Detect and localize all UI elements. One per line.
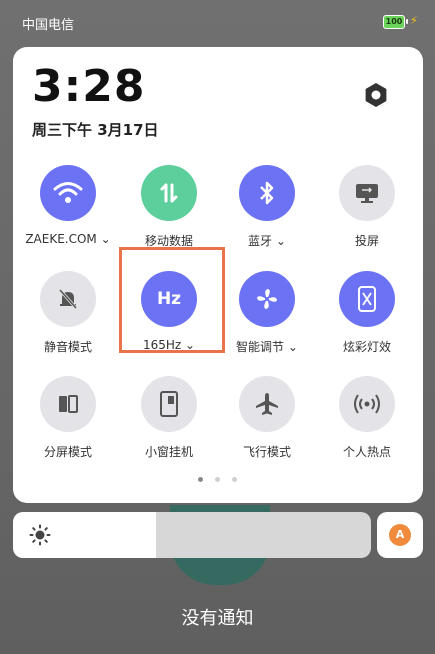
tile-smart-adjust[interactable]: 智能调节 ⌄ [217, 271, 317, 371]
auto-brightness-icon: A [389, 524, 411, 546]
auto-brightness-button[interactable]: A [377, 512, 423, 558]
tile-label: 个人热点 [342, 445, 391, 459]
page-dot [215, 477, 220, 482]
brightness-slider[interactable] [13, 512, 371, 558]
tile-wifi[interactable]: ZAEKE.COM ⌄ [18, 165, 118, 265]
fan-icon [239, 271, 295, 327]
screencast-icon [339, 165, 395, 221]
tile-light-effect[interactable]: 炫彩灯效 [317, 271, 417, 371]
tile-small-window[interactable]: 小窗挂机 [119, 376, 219, 476]
highlight-box [119, 247, 225, 353]
quick-settings-panel: 3:28 周三下午 3月17日 ZAEKE.COM ⌄ 移动数据 蓝牙 ⌄ 投屏… [13, 47, 423, 503]
carrier-name: 中国电信 [22, 18, 75, 33]
tile-label: ZAEKE.COM ⌄ [25, 232, 111, 246]
tile-label: 小窗挂机 [144, 445, 193, 459]
tile-split-screen[interactable]: 分屏模式 [18, 376, 118, 476]
tile-label: 智能调节 ⌄ [236, 340, 298, 354]
status-bar: 中国电信 100 ⚡ [0, 0, 435, 44]
tile-screencast[interactable]: 投屏 [317, 165, 417, 265]
tile-label: 静音模式 [43, 340, 92, 354]
split-screen-icon [40, 376, 96, 432]
page-dot-active [198, 477, 203, 482]
settings-hexagon-icon[interactable] [362, 81, 390, 109]
bluetooth-icon [239, 165, 295, 221]
wifi-icon [40, 165, 96, 221]
battery-cap [406, 19, 408, 24]
tile-hotspot[interactable]: 个人热点 [317, 376, 417, 476]
battery-icon: 100 [383, 15, 405, 29]
tile-label: 蓝牙 ⌄ [248, 234, 286, 248]
clock-time: 3:28 [32, 61, 146, 112]
mute-bell-icon [40, 271, 96, 327]
tile-airplane[interactable]: 飞行模式 [217, 376, 317, 476]
small-window-icon [141, 376, 197, 432]
mobile-data-icon [141, 165, 197, 221]
no-notifications-text: 没有通知 [181, 608, 254, 629]
tile-label: 炫彩灯效 [342, 340, 391, 354]
clock-date: 周三下午 3月17日 [32, 121, 159, 139]
light-effect-icon [339, 271, 395, 327]
hotspot-icon [339, 376, 395, 432]
tile-label: 飞行模式 [242, 445, 291, 459]
sun-icon [29, 524, 51, 546]
charging-icon: ⚡ [410, 14, 418, 27]
page-indicator [198, 477, 238, 485]
tile-label: 分屏模式 [43, 445, 92, 459]
airplane-icon [239, 376, 295, 432]
tile-mute[interactable]: 静音模式 [18, 271, 118, 371]
tile-bluetooth[interactable]: 蓝牙 ⌄ [217, 165, 317, 265]
tile-label: 投屏 [354, 234, 379, 248]
page-dot [232, 477, 237, 482]
